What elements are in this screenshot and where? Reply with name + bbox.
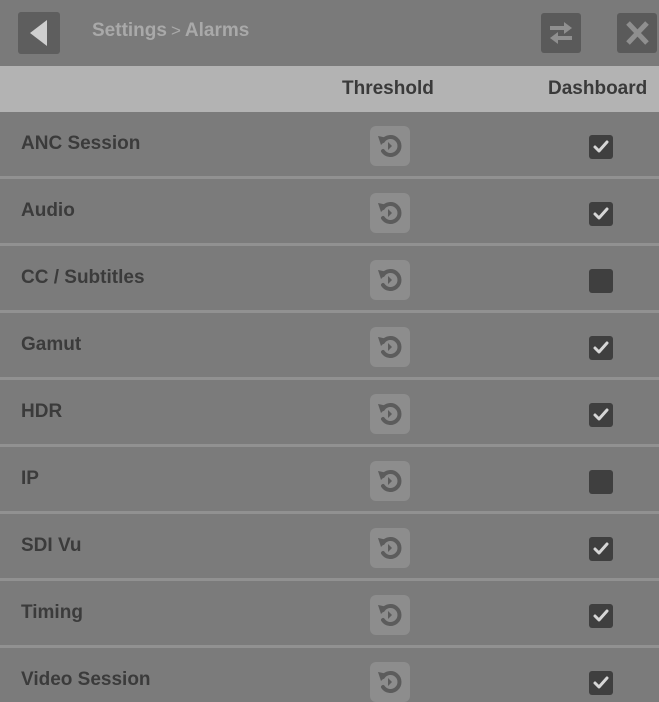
dashboard-checkbox[interactable] [589, 135, 613, 159]
reset-icon [378, 470, 402, 492]
breadcrumb-current: Alarms [184, 20, 250, 41]
threshold-column-header: Threshold [342, 78, 434, 99]
dashboard-checkbox[interactable] [589, 537, 613, 561]
dashboard-column-header: Dashboard [548, 78, 648, 99]
breadcrumb: Settings > Alarms [92, 20, 249, 42]
back-button[interactable] [18, 12, 60, 54]
dashboard-checkbox[interactable] [589, 403, 613, 427]
table-row: Gamut [0, 313, 659, 380]
threshold-reset-button[interactable] [370, 595, 410, 635]
alarm-label: Gamut [21, 334, 82, 355]
table-row: Timing [0, 581, 659, 648]
checkmark-icon [593, 609, 609, 622]
threshold-reset-button[interactable] [370, 327, 410, 367]
threshold-reset-button[interactable] [370, 528, 410, 568]
reset-icon [378, 202, 402, 224]
checkmark-icon [593, 408, 609, 421]
reset-icon [378, 336, 402, 358]
table-row: CC / Subtitles [0, 246, 659, 313]
reset-icon [378, 135, 402, 157]
close-icon [626, 21, 649, 45]
breadcrumb-parent[interactable]: Settings [92, 20, 167, 42]
checkmark-icon [593, 341, 609, 354]
alarm-label: Video Session [21, 669, 151, 690]
threshold-reset-button[interactable] [370, 394, 410, 434]
checkmark-icon [593, 542, 609, 555]
alarm-label: Timing [21, 602, 83, 623]
threshold-reset-button[interactable] [370, 126, 410, 166]
checkmark-icon [593, 207, 609, 220]
close-button[interactable] [617, 13, 657, 53]
threshold-reset-button[interactable] [370, 662, 410, 702]
alarm-label: HDR [21, 401, 63, 422]
threshold-reset-button[interactable] [370, 193, 410, 233]
table-header: Threshold Dashboard [0, 66, 659, 112]
table-row: Audio [0, 179, 659, 246]
reset-icon [378, 403, 402, 425]
dashboard-checkbox[interactable] [589, 604, 613, 628]
table-row: HDR [0, 380, 659, 447]
swap-button[interactable] [541, 13, 581, 53]
alarm-label: ANC Session [21, 133, 141, 154]
swap-arrows-icon [550, 22, 572, 44]
dashboard-checkbox[interactable] [589, 269, 613, 293]
table-row: Video Session [0, 648, 659, 702]
alarm-label: Audio [21, 200, 75, 221]
reset-icon [378, 269, 402, 291]
dashboard-checkbox[interactable] [589, 470, 613, 494]
table-row: IP [0, 447, 659, 514]
alarms-settings-screen: Settings > Alarms Threshold Dashboard AN… [0, 0, 659, 702]
threshold-reset-button[interactable] [370, 260, 410, 300]
threshold-reset-button[interactable] [370, 461, 410, 501]
checkmark-icon [593, 676, 609, 689]
reset-icon [378, 604, 402, 626]
back-arrow-icon [30, 20, 47, 46]
alarm-label: IP [21, 468, 39, 489]
checkmark-icon [593, 140, 609, 153]
alarm-label: CC / Subtitles [21, 267, 145, 288]
breadcrumb-separator: > [170, 21, 181, 40]
table-row: SDI Vu [0, 514, 659, 581]
dashboard-checkbox[interactable] [589, 671, 613, 695]
alarm-list: ANC Session Audio CC / Subtitles Gamut HDR IP… [0, 112, 659, 702]
alarm-label: SDI Vu [21, 535, 82, 556]
reset-icon [378, 537, 402, 559]
title-bar: Settings > Alarms [0, 0, 659, 66]
dashboard-checkbox[interactable] [589, 202, 613, 226]
table-row: ANC Session [0, 112, 659, 179]
dashboard-checkbox[interactable] [589, 336, 613, 360]
reset-icon [378, 671, 402, 693]
